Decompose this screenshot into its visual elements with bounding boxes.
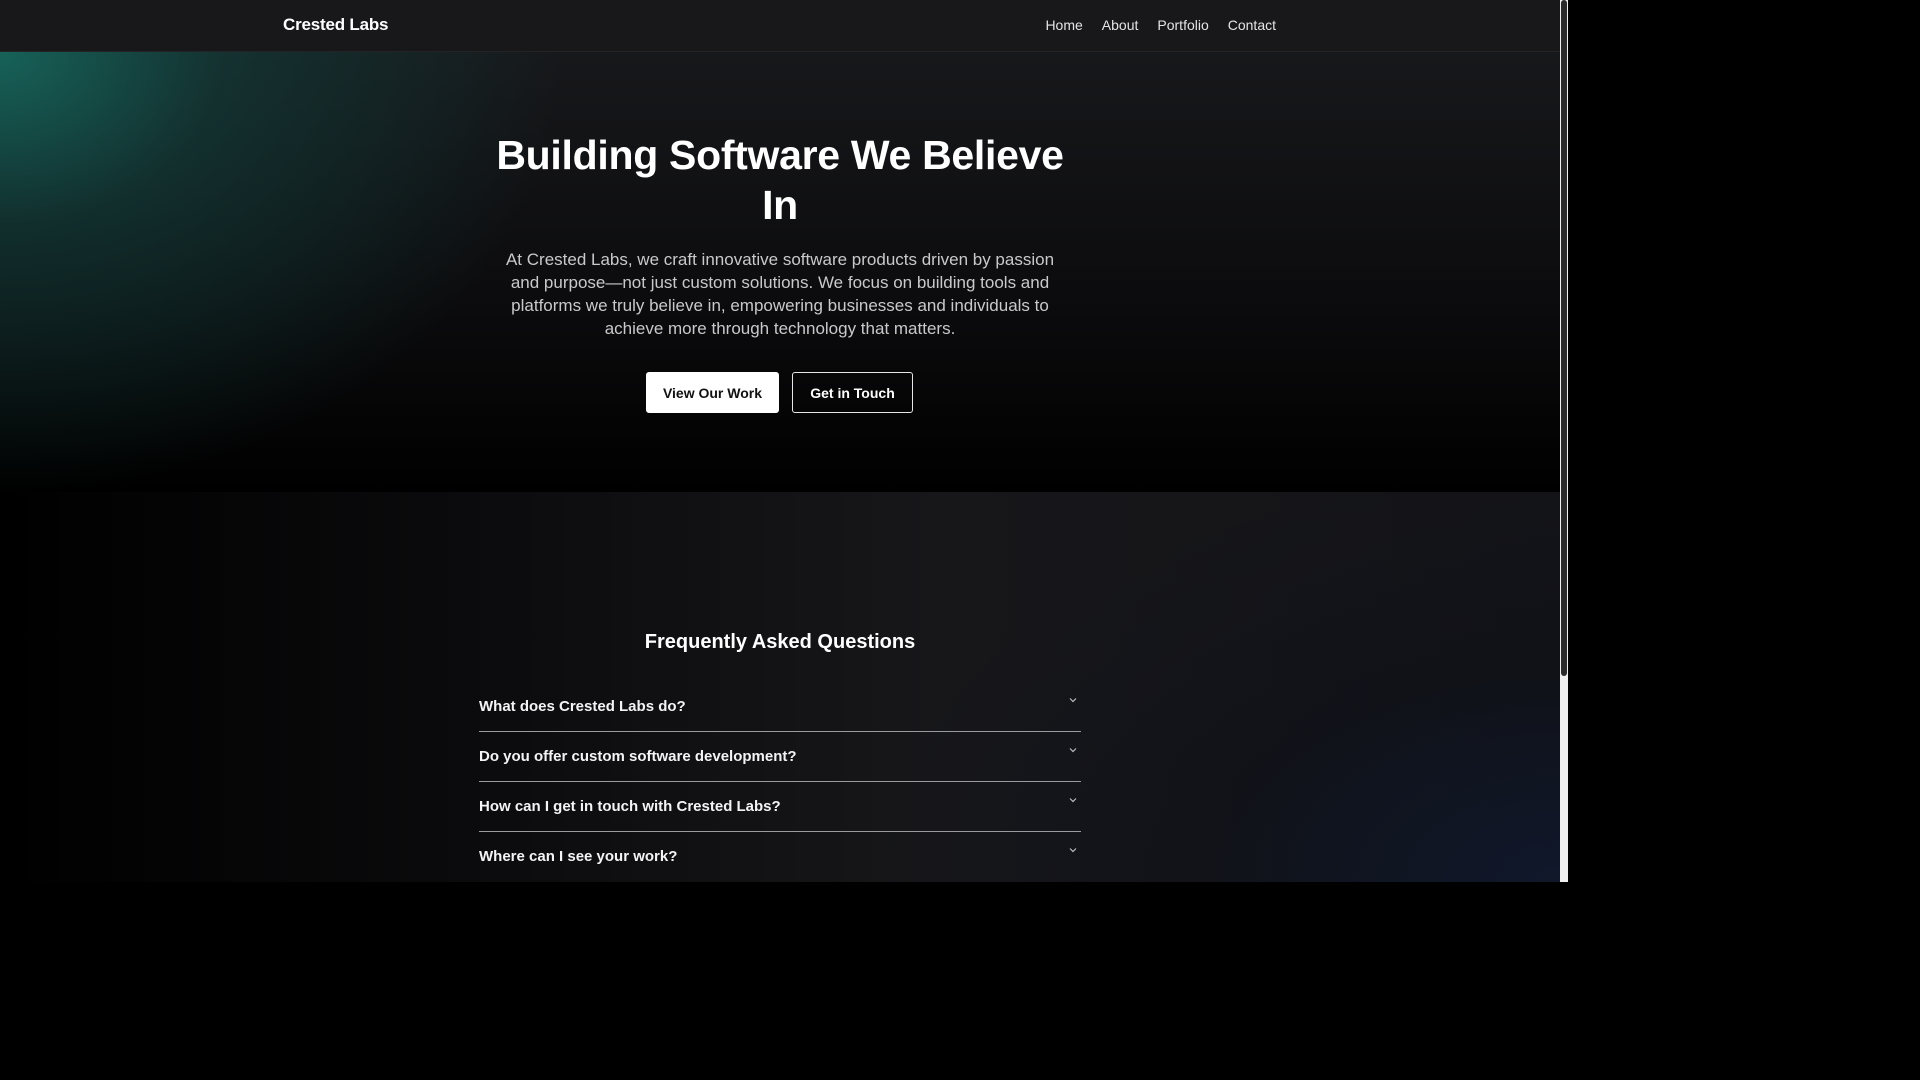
faq-list: What does Crested Labs do? Do you offer … — [479, 682, 1081, 882]
chevron-down-icon — [1069, 848, 1077, 853]
get-in-touch-button[interactable]: Get in Touch — [792, 372, 913, 413]
faq-question: Do you offer custom software development… — [479, 748, 797, 765]
top-nav: Crested Labs Home About Portfolio Contac… — [0, 0, 1560, 52]
nav-link-home[interactable]: Home — [1045, 17, 1082, 33]
chevron-down-icon — [1069, 748, 1077, 753]
faq-item[interactable]: What does Crested Labs do? — [479, 682, 1081, 732]
page-scrollbar[interactable] — [1560, 0, 1568, 882]
hero-title: Building Software We Believe In — [496, 132, 1064, 228]
faq-title: Frequently Asked Questions — [644, 631, 916, 653]
faq-question: How can I get in touch with Crested Labs… — [479, 798, 781, 815]
page: Crested Labs Home About Portfolio Contac… — [0, 0, 1560, 882]
nav-link-contact[interactable]: Contact — [1228, 17, 1276, 33]
hero-section: Building Software We Believe In At Crest… — [0, 52, 1560, 492]
scrollbar-thumb[interactable] — [1561, 0, 1567, 676]
nav-link-about[interactable]: About — [1102, 17, 1139, 33]
hero-subtitle: At Crested Labs, we craft innovative sof… — [505, 250, 1055, 338]
faq-item[interactable]: Where can I see your work? — [479, 832, 1081, 882]
faq-item[interactable]: Do you offer custom software development… — [479, 732, 1081, 782]
hero-buttons: View Our Work Get in Touch — [646, 372, 913, 413]
nav-link-portfolio[interactable]: Portfolio — [1157, 17, 1208, 33]
nav-links: Home About Portfolio Contact — [1045, 17, 1276, 33]
faq-question: What does Crested Labs do? — [479, 698, 686, 715]
brand-logo[interactable]: Crested Labs — [283, 15, 389, 35]
faq-question: Where can I see your work? — [479, 848, 678, 865]
faq-section: Frequently Asked Questions What does Cre… — [0, 492, 1560, 882]
view-our-work-button[interactable]: View Our Work — [646, 372, 779, 413]
chevron-down-icon — [1069, 698, 1077, 703]
chevron-down-icon — [1069, 798, 1077, 803]
faq-item[interactable]: How can I get in touch with Crested Labs… — [479, 782, 1081, 832]
